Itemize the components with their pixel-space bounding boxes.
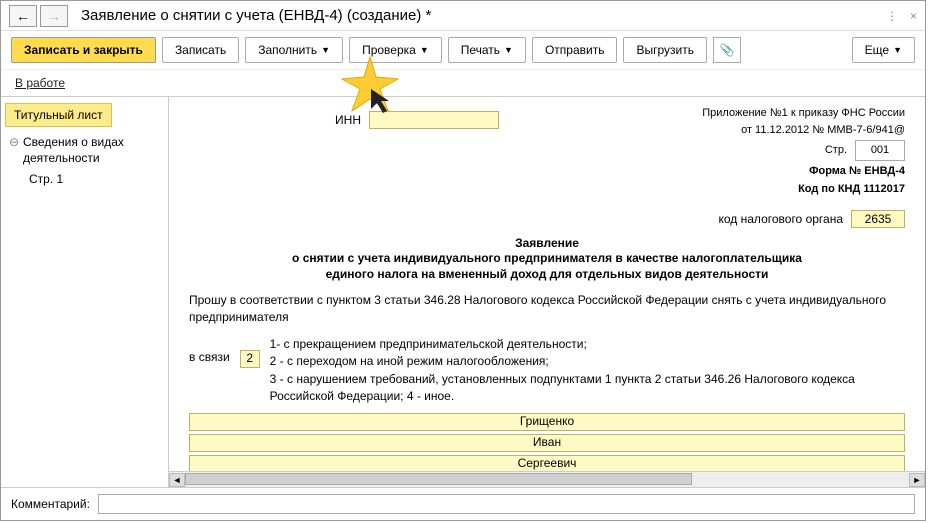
more-menu-icon[interactable]: ⋮ — [886, 9, 898, 23]
save-and-close-button[interactable]: Записать и закрыть — [11, 37, 156, 63]
page-number: 001 — [855, 140, 905, 161]
reason-code-input[interactable]: 2 — [240, 350, 260, 368]
knd-code: Код по КНД 1112017 — [702, 181, 905, 198]
window-title: Заявление о снятии с учета (ЕНВД-4) (соз… — [81, 7, 886, 24]
sidebar-item-activities[interactable]: Сведения о видах деятельности — [23, 135, 164, 166]
inn-input[interactable] — [369, 111, 499, 129]
comment-input[interactable] — [98, 494, 915, 514]
scroll-right-icon[interactable]: ► — [909, 473, 925, 487]
chevron-down-icon: ▼ — [504, 45, 513, 55]
print-button-label: Печать — [461, 43, 500, 57]
export-button[interactable]: Выгрузить — [623, 37, 707, 63]
nav-back-button[interactable]: ← — [9, 5, 37, 27]
patronymic-input[interactable]: Сергеевич — [189, 455, 905, 471]
nav-forward-button[interactable]: → — [40, 5, 68, 27]
tax-code-input[interactable]: 2635 — [851, 210, 905, 228]
comment-label: Комментарий: — [11, 497, 90, 511]
scroll-left-icon[interactable]: ◄ — [169, 473, 185, 487]
tree-collapse-icon[interactable]: ⊖ — [9, 135, 19, 149]
form-number: Форма № ЕНВД-4 — [702, 163, 905, 180]
request-paragraph: Прошу в соответствии с пунктом 3 статьи … — [189, 292, 905, 326]
check-button-label: Проверка — [362, 43, 416, 57]
firstname-input[interactable]: Иван — [189, 434, 905, 452]
paperclip-icon: 📎 — [720, 43, 735, 57]
check-button[interactable]: Проверка ▼ — [349, 37, 442, 63]
chevron-down-icon: ▼ — [321, 45, 330, 55]
attach-button[interactable]: 📎 — [713, 37, 741, 63]
reason-option-1: 1- с прекращением предпринимательской де… — [270, 336, 905, 353]
reason-label: в связи — [189, 336, 230, 364]
tab-title-page[interactable]: Титульный лист — [5, 103, 112, 127]
horizontal-scrollbar[interactable]: ◄ ► — [169, 471, 925, 487]
fill-button[interactable]: Заполнить ▼ — [245, 37, 343, 63]
order-text: от 11.12.2012 № ММВ-7-6/941@ — [702, 122, 905, 139]
appendix-text: Приложение №1 к приказу ФНС России — [702, 105, 905, 122]
tax-code-label: код налогового органа — [719, 212, 844, 226]
inn-label: ИНН — [189, 113, 369, 127]
lastname-input[interactable]: Грищенко — [189, 413, 905, 431]
page-label: Стр. — [825, 142, 847, 159]
fill-button-label: Заполнить — [258, 43, 317, 57]
sidebar-item-page1[interactable]: Стр. 1 — [5, 172, 164, 186]
reason-option-3: 3 - с нарушением требований, установленн… — [270, 371, 905, 406]
statement-heading: Заявление — [287, 236, 807, 252]
chevron-down-icon: ▼ — [893, 45, 902, 55]
close-icon[interactable]: × — [910, 9, 917, 23]
more-button-label: Еще — [865, 43, 889, 57]
send-button[interactable]: Отправить — [532, 37, 618, 63]
print-button[interactable]: Печать ▼ — [448, 37, 526, 63]
status-link[interactable]: В работе — [15, 76, 65, 90]
statement-subheading: о снятии с учета индивидуального предпри… — [287, 251, 807, 282]
save-button[interactable]: Записать — [162, 37, 239, 63]
more-button[interactable]: Еще ▼ — [852, 37, 915, 63]
chevron-down-icon: ▼ — [420, 45, 429, 55]
reason-option-2: 2 - с переходом на иной режим налогообло… — [270, 353, 905, 370]
